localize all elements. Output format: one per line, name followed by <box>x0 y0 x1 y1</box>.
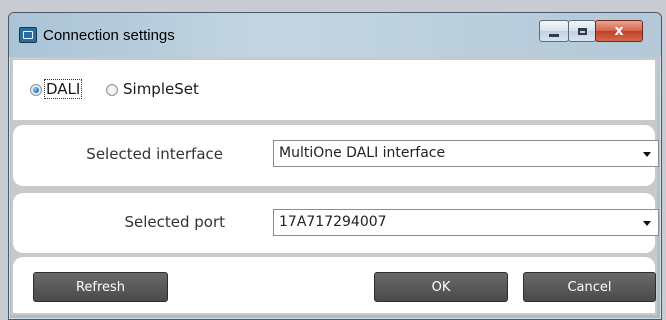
interface-panel: Selected interface MultiOne DALI interfa… <box>13 125 659 186</box>
window-title: Connection settings <box>43 27 175 44</box>
cancel-button[interactable]: Cancel <box>523 272 656 302</box>
interface-select-value: MultiOne DALI interface <box>279 145 446 161</box>
port-select[interactable]: 17A717294007 <box>273 209 659 236</box>
selected-interface-label: Selected interface <box>86 145 223 163</box>
chevron-down-icon <box>643 152 651 157</box>
title-bar[interactable]: Connection settings x <box>9 13 661 57</box>
port-panel: Selected port 17A717294007 <box>13 193 659 253</box>
selected-port-label: Selected port <box>124 213 225 231</box>
close-icon: x <box>614 23 624 39</box>
mode-panel: DALI SimpleSet <box>13 60 655 120</box>
minimize-icon <box>549 33 559 37</box>
radio-dali-label[interactable]: DALI <box>43 79 83 99</box>
app-window-icon <box>19 27 37 43</box>
button-panel: Refresh OK Cancel <box>13 257 656 313</box>
maximize-icon <box>577 27 587 35</box>
radio-simpleset-label[interactable]: SimpleSet <box>123 80 199 98</box>
chevron-down-icon <box>643 221 651 226</box>
connection-settings-window: Connection settings x DALI SimpleSet Sel… <box>8 12 662 320</box>
minimize-button[interactable] <box>539 20 569 42</box>
interface-select[interactable]: MultiOne DALI interface <box>273 140 659 167</box>
port-select-value: 17A717294007 <box>279 214 387 230</box>
maximize-button[interactable] <box>568 20 596 42</box>
radio-dali[interactable] <box>30 84 42 96</box>
close-button[interactable]: x <box>595 20 643 42</box>
dialog-body: DALI SimpleSet Selected interface MultiO… <box>11 57 659 315</box>
refresh-button[interactable]: Refresh <box>33 272 168 302</box>
radio-simpleset[interactable] <box>106 84 118 96</box>
ok-button[interactable]: OK <box>374 272 508 302</box>
